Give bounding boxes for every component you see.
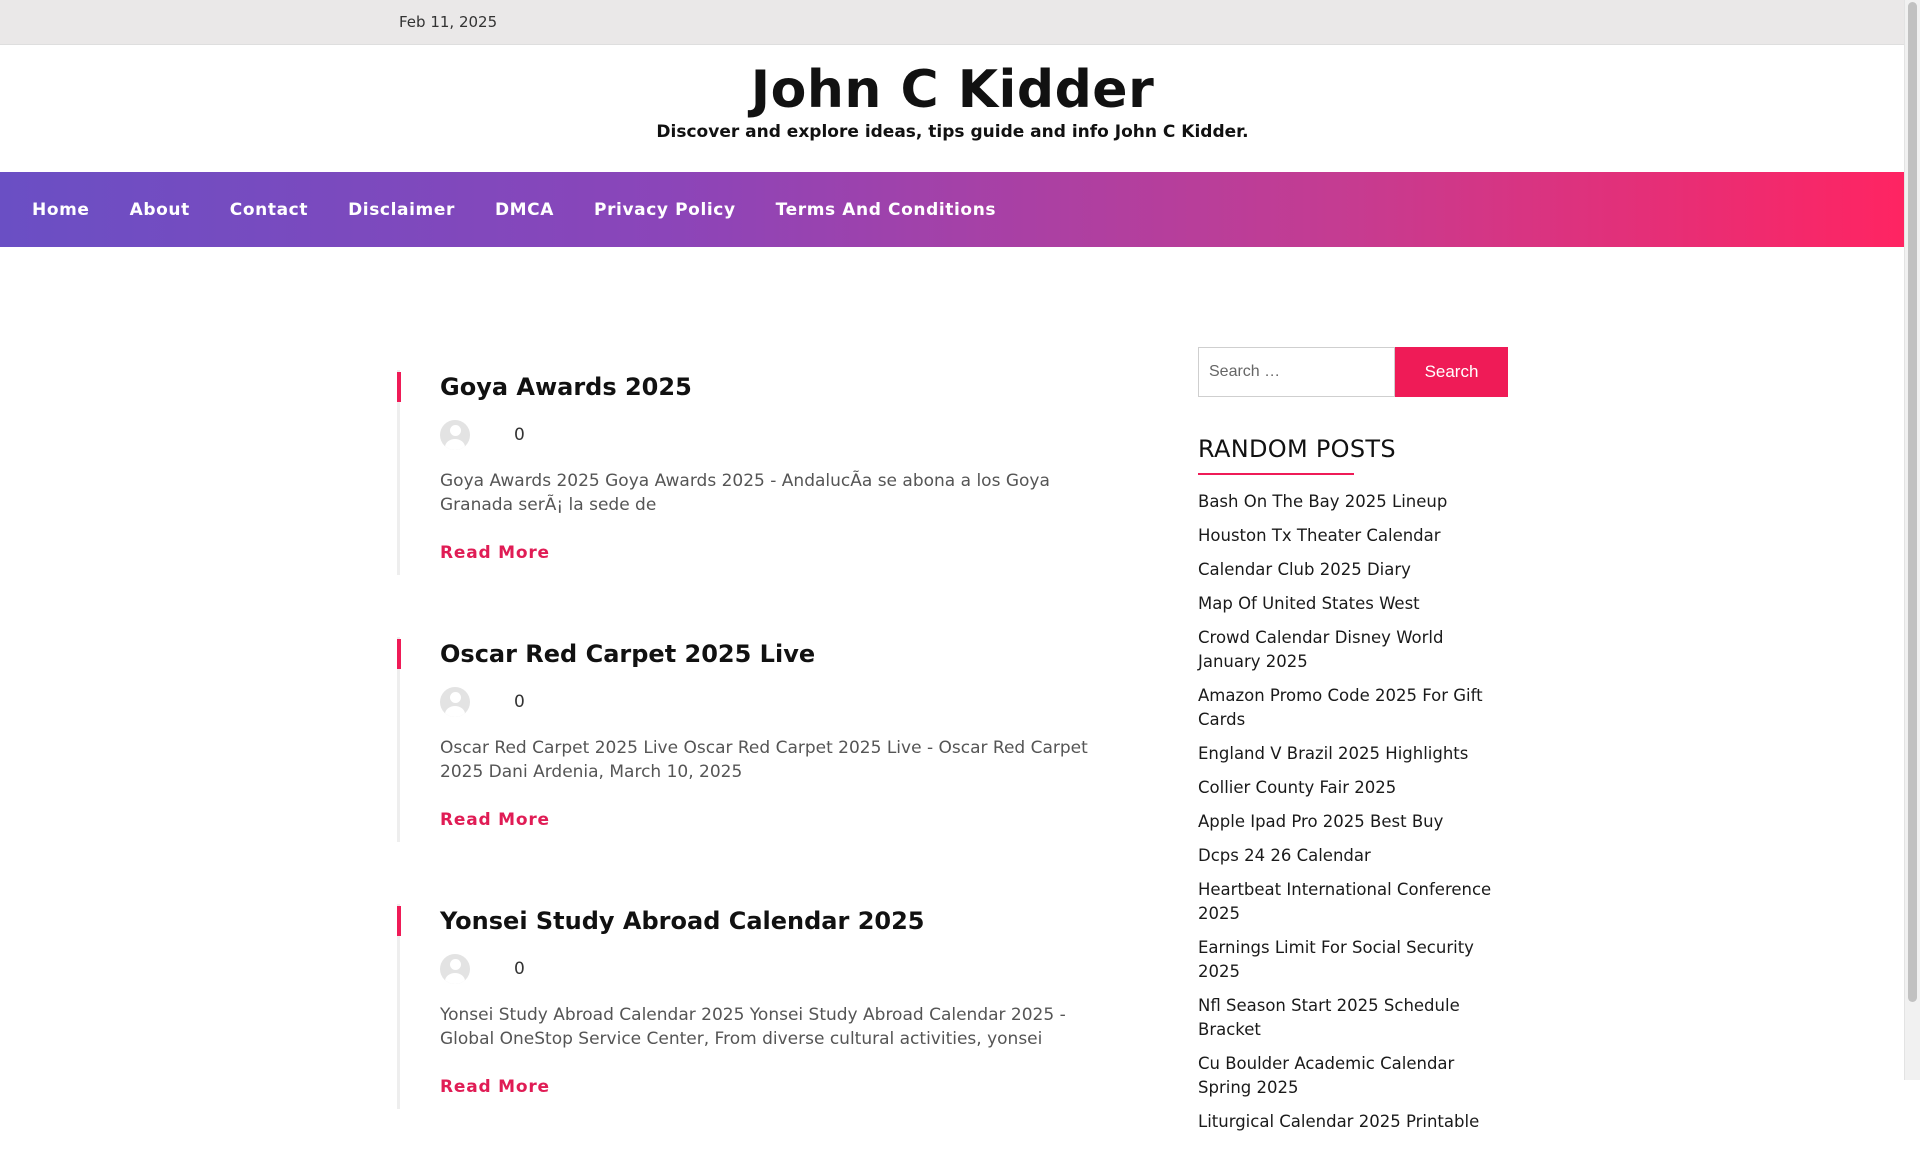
search-form: Search: [1198, 347, 1508, 397]
random-post-link[interactable]: Dcps 24 26 Calendar: [1198, 844, 1508, 868]
random-post-link[interactable]: Bash On The Bay 2025 Lineup: [1198, 490, 1508, 514]
post-title[interactable]: Oscar Red Carpet 2025 Live: [440, 637, 1077, 668]
post-title[interactable]: Yonsei Study Abroad Calendar 2025: [440, 904, 1077, 935]
random-post-link[interactable]: Nfl Season Start 2025 Schedule Bracket: [1198, 994, 1508, 1042]
post-excerpt: Yonsei Study Abroad Calendar 2025 Yonsei…: [440, 1005, 1066, 1049]
nav-item-disclaimer[interactable]: Disclaimer: [328, 200, 475, 220]
post-meta: 0: [440, 686, 1077, 718]
top-bar: Feb 11, 2025: [0, 0, 1905, 45]
post-meta: 0: [440, 953, 1077, 985]
random-post-link[interactable]: Cu Boulder Academic Calendar Spring 2025: [1198, 1052, 1508, 1100]
current-date: Feb 11, 2025: [399, 13, 498, 31]
scrollbar-thumb[interactable]: [1908, 2, 1917, 1002]
author-avatar-icon[interactable]: [440, 954, 470, 984]
random-post-link[interactable]: England V Brazil 2025 Highlights: [1198, 742, 1508, 766]
sidebar: Search RANDOM POSTS Bash On The Bay 2025…: [1198, 347, 1508, 1144]
post-meta: 0: [440, 419, 1077, 451]
post-title[interactable]: Goya Awards 2025: [440, 370, 1077, 401]
random-post-link[interactable]: Amazon Promo Code 2025 For Gift Cards: [1198, 684, 1508, 732]
random-post-link[interactable]: Calendar Club 2025 Diary: [1198, 558, 1508, 582]
nav-item-dmca[interactable]: DMCA: [475, 200, 574, 220]
post-excerpt: Oscar Red Carpet 2025 Live Oscar Red Car…: [440, 738, 1088, 782]
post-accent-bar: [397, 639, 401, 669]
random-post-link[interactable]: Crowd Calendar Disney World January 2025: [1198, 626, 1508, 674]
heading-underline: [1198, 473, 1354, 475]
random-post-link[interactable]: Apple Ipad Pro 2025 Best Buy: [1198, 810, 1508, 834]
site-title[interactable]: John C Kidder: [0, 60, 1905, 120]
main-navigation: Home About Contact Disclaimer DMCA Priva…: [0, 172, 1905, 247]
page-scrollbar[interactable]: [1904, 0, 1920, 1080]
read-more-link[interactable]: Read More: [440, 543, 550, 575]
post-list: Goya Awards 2025 0 Goya Awards 2025 Goya…: [397, 370, 1088, 1171]
nav-item-about[interactable]: About: [110, 200, 210, 220]
site-tagline: Discover and explore ideas, tips guide a…: [656, 122, 1249, 142]
nav-item-terms[interactable]: Terms And Conditions: [756, 200, 1016, 220]
post-card: Goya Awards 2025 0 Goya Awards 2025 Goya…: [397, 370, 1077, 575]
random-posts-list: Bash On The Bay 2025 Lineup Houston Tx T…: [1198, 490, 1508, 1134]
read-more-link[interactable]: Read More: [440, 810, 550, 842]
random-post-link[interactable]: Liturgical Calendar 2025 Printable: [1198, 1110, 1508, 1134]
nav-item-contact[interactable]: Contact: [210, 200, 328, 220]
nav-item-privacy-policy[interactable]: Privacy Policy: [574, 200, 756, 220]
post-accent-bar: [397, 372, 401, 402]
read-more-link[interactable]: Read More: [440, 1077, 550, 1109]
post-card: Oscar Red Carpet 2025 Live 0 Oscar Red C…: [397, 637, 1088, 842]
random-post-link[interactable]: Heartbeat International Conference 2025: [1198, 878, 1508, 926]
search-button[interactable]: Search: [1395, 347, 1508, 397]
author-avatar-icon[interactable]: [440, 687, 470, 717]
random-posts-heading: RANDOM POSTS: [1198, 435, 1396, 463]
nav-item-home[interactable]: Home: [12, 200, 110, 220]
comment-count[interactable]: 0: [514, 959, 525, 979]
random-post-link[interactable]: Earnings Limit For Social Security 2025: [1198, 936, 1508, 984]
search-input[interactable]: [1198, 347, 1395, 397]
comment-count[interactable]: 0: [514, 425, 525, 445]
post-excerpt: Goya Awards 2025 Goya Awards 2025 - Anda…: [440, 471, 1050, 515]
comment-count[interactable]: 0: [514, 692, 525, 712]
author-avatar-icon[interactable]: [440, 420, 470, 450]
random-post-link[interactable]: Map Of United States West: [1198, 592, 1508, 616]
random-post-link[interactable]: Collier County Fair 2025: [1198, 776, 1508, 800]
post-accent-bar: [397, 906, 401, 936]
random-post-link[interactable]: Houston Tx Theater Calendar: [1198, 524, 1508, 548]
post-card: Yonsei Study Abroad Calendar 2025 0 Yons…: [397, 904, 1077, 1109]
